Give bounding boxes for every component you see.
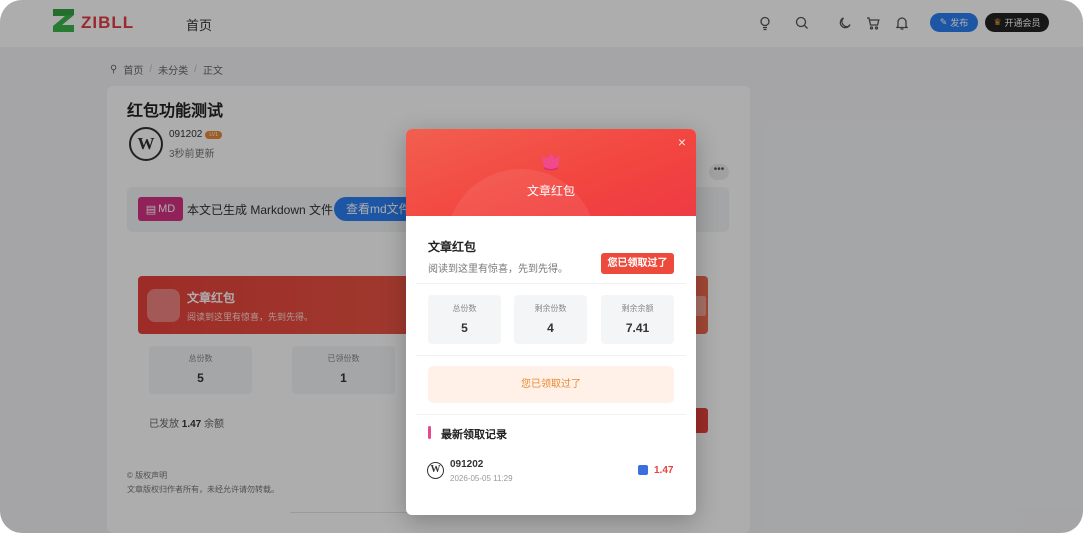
stat-value: 4	[547, 321, 554, 335]
divider	[416, 355, 686, 356]
divider	[416, 414, 686, 415]
records-title-marker	[428, 426, 431, 439]
stat-value: 5	[461, 321, 468, 335]
stat-value: 7.41	[625, 321, 650, 335]
record-time: 2026-05-05 11:29	[450, 474, 513, 483]
app-frame: ZIBLL 首页 ✎ 发布 ♛ 开通会员 ⚲ 首页 / 未分类 / 正文 红包功…	[0, 0, 1083, 533]
gift-icon	[542, 153, 560, 171]
stat-label: 剩余余额	[621, 304, 654, 313]
modal-subtitle: 阅读到这里有惊喜，先到先得。	[428, 264, 568, 275]
modal-stat-remaining-count: 剩余份数 4	[514, 295, 587, 344]
modal-stat-remaining-balance: 剩余余额 7.41	[601, 295, 674, 344]
stat-label: 剩余份数	[534, 304, 567, 313]
close-icon[interactable]: ×	[675, 135, 689, 149]
divider	[416, 283, 686, 284]
record-avatar[interactable]: W	[427, 462, 444, 479]
claim-button[interactable]: 您已领取过了	[428, 366, 674, 403]
coin-icon	[638, 465, 648, 475]
red-packet-modal: 文章红包 × 文章红包 阅读到这里有惊喜，先到先得。 您已领取过了 总份数 5 …	[406, 129, 696, 515]
modal-title: 文章红包	[428, 240, 477, 254]
record-name: 091202	[450, 459, 484, 470]
modal-stat-total: 总份数 5	[428, 295, 501, 344]
stat-label: 总份数	[452, 304, 477, 313]
modal-header-title: 文章红包	[526, 184, 575, 198]
claimed-tag: 您已领取过了	[601, 253, 674, 274]
modal-header: 文章红包 ×	[406, 129, 696, 216]
record-amount: 1.47	[654, 465, 674, 476]
records-title: 最新领取记录	[441, 429, 507, 441]
